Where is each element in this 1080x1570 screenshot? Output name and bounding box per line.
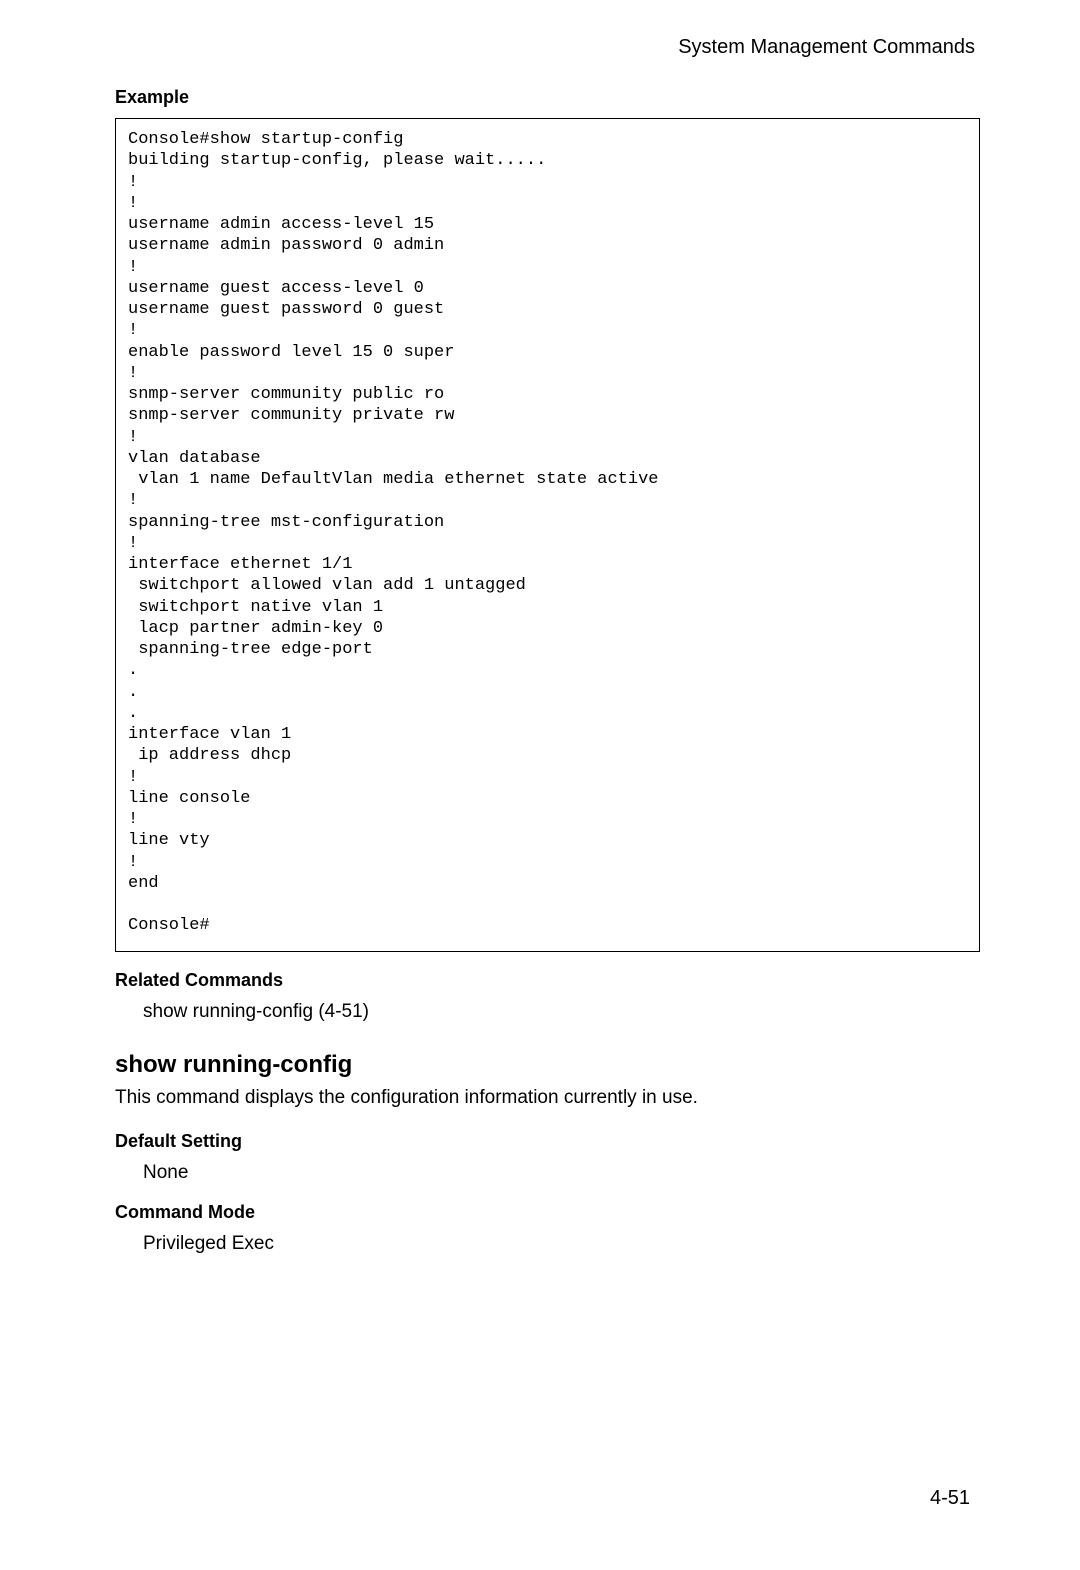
command-mode-value: Privileged Exec — [143, 1233, 980, 1255]
example-code-block: Console#show startup-config building sta… — [115, 118, 980, 952]
page-header-title: System Management Commands — [115, 36, 980, 59]
command-description: This command displays the configuration … — [115, 1087, 980, 1109]
command-mode-label: Command Mode — [115, 1202, 980, 1223]
related-commands-label: Related Commands — [115, 970, 980, 991]
related-commands-text: show running-config (4-51) — [143, 1001, 980, 1023]
default-setting-label: Default Setting — [115, 1131, 980, 1152]
page-number: 4-51 — [930, 1487, 970, 1510]
default-setting-value: None — [143, 1162, 980, 1184]
command-heading: show running-config — [115, 1051, 980, 1079]
example-label: Example — [115, 87, 980, 108]
